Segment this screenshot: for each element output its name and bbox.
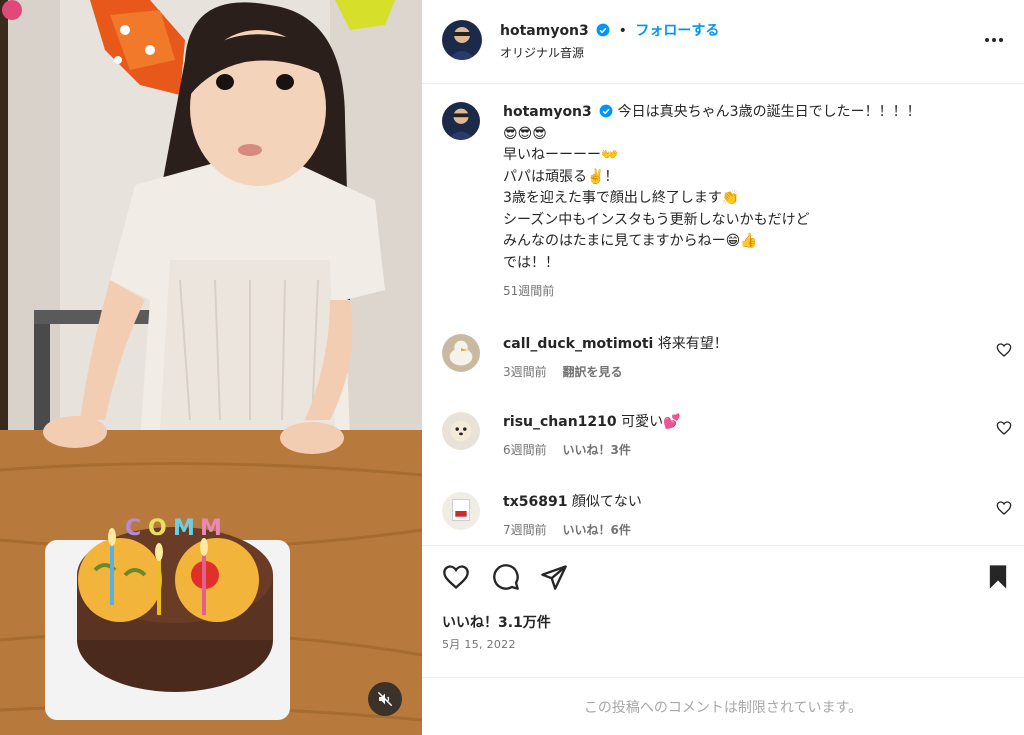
post-media[interactable]: C O M M [0, 0, 422, 735]
translate-link[interactable]: 翻訳を見る [562, 365, 622, 379]
svg-text:M: M [200, 516, 222, 541]
dot-separator: • [618, 23, 627, 39]
heart-icon[interactable] [996, 500, 1012, 516]
more-horizontal-icon [985, 38, 1003, 42]
caption-line: では！！ [503, 254, 559, 271]
follow-button[interactable]: フォローする [635, 23, 719, 39]
svg-text:O: O [148, 516, 167, 541]
comment-timestamp[interactable]: 7週間前 [503, 523, 547, 537]
heart-icon[interactable] [996, 420, 1012, 436]
caption-line: パパは頑張る✌️！ [503, 168, 619, 185]
comment-bubble-icon[interactable] [492, 563, 520, 591]
comment-likes[interactable]: いいね！6件 [562, 523, 630, 537]
avatar[interactable] [442, 492, 480, 530]
svg-text:C: C [125, 516, 141, 541]
caption-line: 早いねーーーー👐 [503, 147, 619, 163]
avatar[interactable] [442, 334, 480, 372]
comment-item: tx56891 顔似てない 7週間前 いいね！6件 [442, 492, 1012, 542]
comment-timestamp[interactable]: 6週間前 [503, 443, 547, 457]
speaker-muted-icon [377, 691, 393, 707]
comment-text: 顔似てない [571, 494, 642, 510]
avatar[interactable] [442, 20, 482, 60]
post-header: hotamyon3 • フォローする オリジナル音源 [422, 0, 1024, 84]
heart-icon[interactable] [996, 342, 1012, 358]
comment-text: 将来有望！ [657, 336, 728, 352]
caption-username[interactable]: hotamyon3 [503, 104, 592, 120]
caption-line: みんなのはたまに見てますからねー😁👍 [503, 233, 758, 249]
mute-button[interactable] [368, 682, 402, 716]
heart-icon[interactable] [442, 563, 470, 591]
audio-link[interactable]: オリジナル音源 [500, 44, 584, 61]
comment-username[interactable]: tx56891 [503, 494, 567, 510]
paper-plane-icon[interactable] [540, 563, 568, 591]
action-bar: いいね！3.1万件 5月 15, 2022 [422, 545, 1024, 665]
comment-item: risu_chan1210 可愛い💕 6週間前 いいね！3件 [442, 412, 1012, 462]
caption-line: 今日は真央ちゃん3歳の誕生日でしたー！！！！ [617, 104, 921, 120]
comments-section[interactable]: hotamyon3 今日は真央ちゃん3歳の誕生日でしたー！！！！ 😎😎😎 早いね… [422, 85, 1024, 545]
post-panel: hotamyon3 • フォローする オリジナル音源 hotamyon3 今日は… [422, 0, 1024, 735]
caption-line: シーズン中もインスタもう更新しないかもだけど [503, 211, 810, 228]
post-photo: C O M M [0, 0, 422, 735]
verified-badge-icon [596, 23, 610, 37]
comment-likes[interactable]: いいね！3件 [562, 443, 630, 457]
comment-username[interactable]: call_duck_motimoti [503, 336, 653, 352]
comment-text: 可愛い💕 [621, 414, 681, 430]
post-date[interactable]: 5月 15, 2022 [442, 636, 516, 652]
verified-badge-icon [599, 104, 613, 118]
likes-count[interactable]: いいね！3.1万件 [442, 612, 551, 632]
comment-username[interactable]: risu_chan1210 [503, 414, 617, 430]
svg-text:M: M [173, 516, 195, 541]
bookmark-icon[interactable] [984, 563, 1012, 591]
avatar[interactable] [442, 412, 480, 450]
avatar[interactable] [442, 102, 480, 140]
caption-line: 3歳を迎えた事で顔出し終了します👏 [503, 190, 740, 206]
author-username[interactable]: hotamyon3 [500, 23, 589, 39]
comments-restricted-notice: この投稿へのコメントは制限されています。 [422, 677, 1024, 735]
caption-line: 😎😎😎 [503, 125, 547, 142]
comment-timestamp[interactable]: 3週間前 [503, 365, 547, 379]
comment-item: call_duck_motimoti 将来有望！ 3週間前 翻訳を見る [442, 334, 1012, 384]
caption-timestamp[interactable]: 51週間前 [503, 282, 1003, 299]
more-options-button[interactable] [982, 28, 1006, 52]
